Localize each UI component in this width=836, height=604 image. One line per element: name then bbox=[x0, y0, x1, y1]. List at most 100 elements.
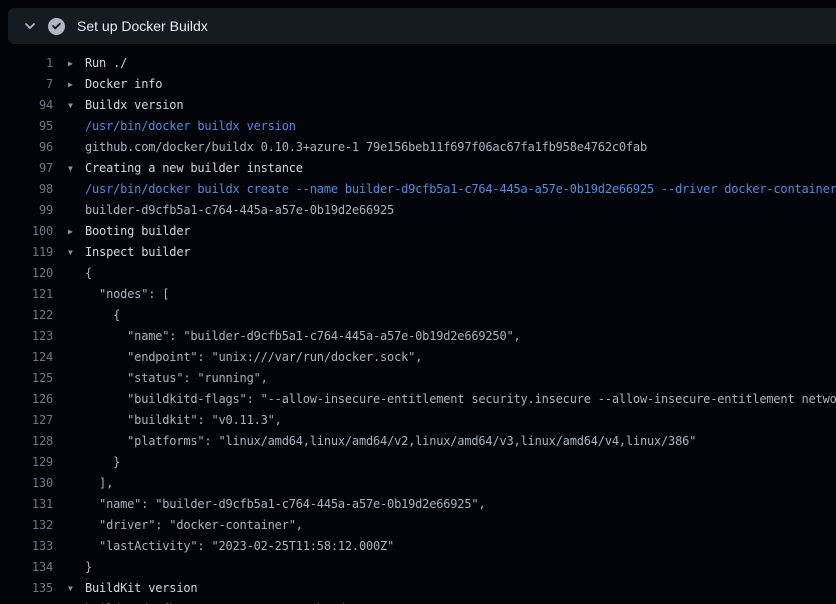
log-line: 131 "name": "builder-d9cfb5a1-c764-445a-… bbox=[0, 494, 836, 515]
line-text: Creating a new builder instance bbox=[85, 158, 303, 179]
arrow-spacer bbox=[68, 599, 85, 604]
log-line: 99 builder-d9cfb5a1-c764-445a-a57e-0b19d2… bbox=[0, 200, 836, 221]
arrow-spacer bbox=[68, 284, 85, 305]
line-number[interactable]: 129 bbox=[0, 452, 53, 473]
log-line: 98/usr/bin/docker buildx create --name b… bbox=[0, 179, 836, 200]
log-line[interactable]: 119 ▼Inspect builder bbox=[0, 242, 836, 263]
line-text: "name": "builder-d9cfb5a1-c764-445a-a57e… bbox=[85, 494, 485, 515]
line-text: ], bbox=[85, 473, 113, 494]
log-line[interactable]: 1 ▶Run ./ bbox=[0, 53, 836, 74]
line-number[interactable]: 136 bbox=[0, 599, 53, 604]
line-text: Docker info bbox=[85, 74, 162, 95]
line-number[interactable]: 133 bbox=[0, 536, 53, 557]
arrow-spacer bbox=[68, 557, 85, 578]
arrow-spacer bbox=[68, 431, 85, 452]
line-number[interactable]: 95 bbox=[0, 116, 53, 137]
log-line[interactable]: 94▼Buildx version bbox=[0, 95, 836, 116]
line-text: } bbox=[85, 452, 120, 473]
arrow-spacer bbox=[68, 263, 85, 284]
line-text: "name": "builder-d9cfb5a1-c764-445a-a57e… bbox=[85, 326, 521, 347]
line-number[interactable]: 98 bbox=[0, 179, 53, 200]
log-line: 121 "nodes": [ bbox=[0, 284, 836, 305]
arrow-spacer bbox=[68, 347, 85, 368]
line-number[interactable]: 1 bbox=[0, 53, 53, 74]
log-line[interactable]: 100▶Booting builder bbox=[0, 221, 836, 242]
arrow-spacer bbox=[68, 305, 85, 326]
line-text: } bbox=[85, 557, 92, 578]
log-line[interactable]: 97 ▼Creating a new builder instance bbox=[0, 158, 836, 179]
line-text: builder-d9cfb5a1-c764-445a-a57e-0b19d2e6… bbox=[85, 599, 464, 604]
line-number[interactable]: 125 bbox=[0, 368, 53, 389]
log-line: 125 "status": "running", bbox=[0, 368, 836, 389]
log-line: 132 "driver": "docker-container", bbox=[0, 515, 836, 536]
log-line: 95/usr/bin/docker buildx version bbox=[0, 116, 836, 137]
triangle-right-icon: ▶ bbox=[68, 221, 85, 242]
line-number[interactable]: 127 bbox=[0, 410, 53, 431]
line-text: Run ./ bbox=[85, 53, 127, 74]
line-number[interactable]: 120 bbox=[0, 263, 53, 284]
triangle-right-icon: ▶ bbox=[68, 74, 85, 95]
arrow-spacer bbox=[68, 515, 85, 536]
log-line: 123 "name": "builder-d9cfb5a1-c764-445a-… bbox=[0, 326, 836, 347]
arrow-spacer bbox=[68, 389, 85, 410]
log-line: 133 "lastActivity": "2023-02-25T11:58:12… bbox=[0, 536, 836, 557]
log-line: 124 "endpoint": "unix:///var/run/docker.… bbox=[0, 347, 836, 368]
line-number[interactable]: 100 bbox=[0, 221, 53, 242]
step-header-set-up-docker-buildx[interactable]: Set up Docker Buildx bbox=[8, 8, 836, 44]
line-text: "endpoint": "unix:///var/run/docker.sock… bbox=[85, 347, 422, 368]
line-number[interactable]: 7 bbox=[0, 74, 53, 95]
log-line: 120 { bbox=[0, 263, 836, 284]
line-number[interactable]: 94 bbox=[0, 95, 53, 116]
arrow-spacer bbox=[68, 536, 85, 557]
arrow-spacer bbox=[68, 116, 85, 137]
triangle-right-icon: ▶ bbox=[68, 53, 85, 74]
line-text: "nodes": [ bbox=[85, 284, 169, 305]
line-number[interactable]: 123 bbox=[0, 326, 53, 347]
line-number[interactable]: 122 bbox=[0, 305, 53, 326]
log-line: 130 ], bbox=[0, 473, 836, 494]
arrow-spacer bbox=[68, 326, 85, 347]
log-line[interactable]: 7 ▶Docker info bbox=[0, 74, 836, 95]
chevron-down-icon[interactable] bbox=[24, 20, 36, 32]
line-number[interactable]: 99 bbox=[0, 200, 53, 221]
line-number[interactable]: 131 bbox=[0, 494, 53, 515]
line-number[interactable]: 130 bbox=[0, 473, 53, 494]
line-text: BuildKit version bbox=[85, 578, 197, 599]
arrow-spacer bbox=[68, 137, 85, 158]
line-number[interactable]: 121 bbox=[0, 284, 53, 305]
log-line: 129 } bbox=[0, 452, 836, 473]
triangle-down-icon: ▼ bbox=[68, 242, 85, 263]
log-line: 96 github.com/docker/buildx 0.10.3+azure-… bbox=[0, 137, 836, 158]
arrow-spacer bbox=[68, 473, 85, 494]
log-line: 128 "platforms": "linux/amd64,linux/amd6… bbox=[0, 431, 836, 452]
line-number[interactable]: 96 bbox=[0, 137, 53, 158]
line-number[interactable]: 97 bbox=[0, 158, 53, 179]
log-line: 134} bbox=[0, 557, 836, 578]
log-line[interactable]: 135▼BuildKit version bbox=[0, 578, 836, 599]
line-number[interactable]: 128 bbox=[0, 431, 53, 452]
line-text: { bbox=[85, 263, 92, 284]
arrow-spacer bbox=[68, 494, 85, 515]
line-number[interactable]: 119 bbox=[0, 242, 53, 263]
line-text: builder-d9cfb5a1-c764-445a-a57e-0b19d2e6… bbox=[85, 200, 394, 221]
log-viewer: 1▶Run ./7▶Docker info94▼Buildx version95… bbox=[0, 44, 836, 604]
check-circle-icon bbox=[48, 18, 65, 35]
line-number[interactable]: 135 bbox=[0, 578, 53, 599]
line-number[interactable]: 134 bbox=[0, 557, 53, 578]
line-number[interactable]: 124 bbox=[0, 347, 53, 368]
log-line: 122 { bbox=[0, 305, 836, 326]
line-text: "buildkitd-flags": "--allow-insecure-ent… bbox=[85, 389, 836, 410]
arrow-spacer bbox=[68, 179, 85, 200]
line-text: { bbox=[85, 305, 120, 326]
line-text: Inspect builder bbox=[85, 242, 190, 263]
line-number[interactable]: 132 bbox=[0, 515, 53, 536]
line-number[interactable]: 126 bbox=[0, 389, 53, 410]
triangle-down-icon: ▼ bbox=[68, 95, 85, 116]
log-line: 136 builder-d9cfb5a1-c764-445a-a57e-0b19d… bbox=[0, 599, 836, 604]
line-text: "buildkit": "v0.11.3", bbox=[85, 410, 282, 431]
line-text: github.com/docker/buildx 0.10.3+azure-1 … bbox=[85, 137, 647, 158]
arrow-spacer bbox=[68, 368, 85, 389]
arrow-spacer bbox=[68, 452, 85, 473]
triangle-down-icon: ▼ bbox=[68, 158, 85, 179]
arrow-spacer bbox=[68, 410, 85, 431]
